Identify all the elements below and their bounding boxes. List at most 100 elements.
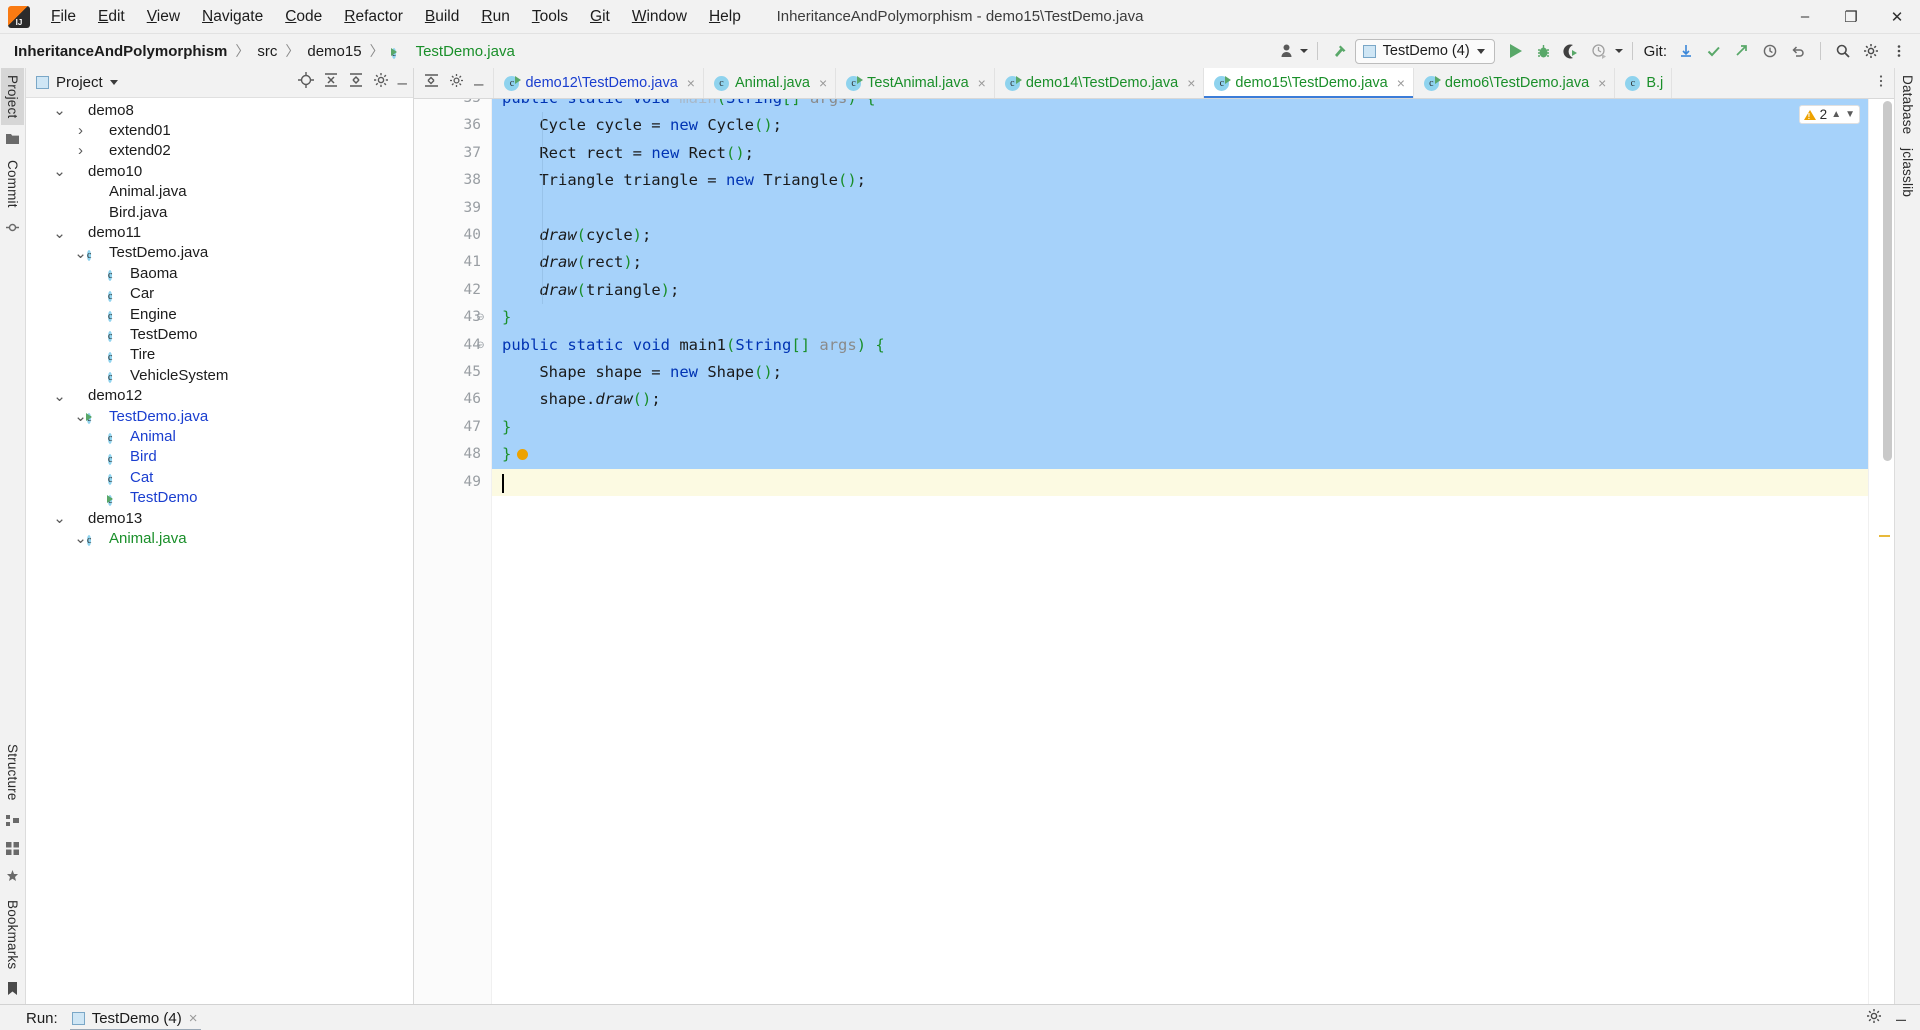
run-tab[interactable]: TestDemo (4) × <box>68 1005 204 1030</box>
settings-icon[interactable] <box>373 72 389 93</box>
chevron-up-icon[interactable]: ▲ <box>1831 109 1841 120</box>
minimize-icon[interactable]: – <box>1896 1010 1906 1028</box>
minimize-button[interactable]: – <box>1782 0 1828 34</box>
menu-item-edit[interactable]: Edit <box>87 4 136 30</box>
editor-tab-close-icon[interactable]: × <box>687 75 695 91</box>
code-text-area[interactable]: public static void main(String[] args) {… <box>492 99 1868 1004</box>
code-line[interactable]: } <box>492 441 1868 469</box>
sidebar-item-project[interactable]: Project <box>1 68 24 126</box>
menu-item-tools[interactable]: Tools <box>521 4 579 30</box>
editor-tab[interactable]: c demo15\TestDemo.java × <box>1204 68 1414 98</box>
code-line[interactable] <box>492 194 1868 222</box>
tree-node[interactable]: ⌄ demo12 <box>26 385 413 405</box>
tree-node[interactable]: c Tire <box>26 345 413 365</box>
code-line[interactable]: Shape shape = new Shape(); <box>492 359 1868 387</box>
close-button[interactable]: ✕ <box>1874 0 1920 34</box>
tree-node[interactable]: ⌄ demo13 <box>26 508 413 528</box>
chevron-down-icon[interactable]: ⌄ <box>53 101 66 119</box>
breadcrumb-item-1[interactable]: src <box>257 43 277 60</box>
code-editor[interactable]: 353637383940414243444546474849⊖⊖ public … <box>414 99 1894 1004</box>
editor-tab[interactable]: c TestAnimal.java × <box>836 68 995 98</box>
search-icon[interactable] <box>1830 38 1856 64</box>
menu-item-file[interactable]: File <box>40 4 87 30</box>
tree-node[interactable]: c Animal <box>26 426 413 446</box>
tree-node[interactable]: Animal.java <box>26 182 413 202</box>
account-chevron-down-icon[interactable] <box>1299 49 1308 53</box>
code-line[interactable]: Cycle cycle = new Cycle(); <box>492 112 1868 140</box>
gear-icon[interactable] <box>449 73 464 93</box>
editor-tab-close-icon[interactable]: × <box>1397 75 1405 91</box>
code-line[interactable]: public static void main(String[] args) { <box>492 99 1868 113</box>
project-tree[interactable]: ⌄ demo8 › extend01 › extend02 ⌄ demo10 Animal.ja… <box>26 98 413 1004</box>
folder-icon[interactable] <box>6 131 19 147</box>
run-configuration-selector[interactable]: TestDemo (4) <box>1354 38 1495 64</box>
grid-icon[interactable] <box>6 841 19 858</box>
run-button[interactable] <box>1503 38 1529 64</box>
hide-icon[interactable]: – <box>398 74 407 91</box>
menu-item-view[interactable]: View <box>136 4 191 30</box>
menu-item-window[interactable]: Window <box>621 4 698 30</box>
tree-node[interactable]: c Engine <box>26 304 413 324</box>
structure-icon[interactable] <box>6 814 19 830</box>
run-with-coverage-button[interactable] <box>1559 38 1585 64</box>
undo-icon[interactable] <box>1785 38 1811 64</box>
chevron-right-icon[interactable]: › <box>74 122 87 139</box>
commit-node-icon[interactable] <box>6 221 19 237</box>
profiler-icon[interactable] <box>1587 38 1613 64</box>
code-line[interactable]: } <box>492 304 1868 332</box>
bookmark-pin-icon[interactable] <box>6 869 19 887</box>
editor-marker[interactable] <box>1879 535 1890 537</box>
push-icon[interactable] <box>1729 38 1755 64</box>
editor-tab[interactable]: c Animal.java × <box>704 68 837 98</box>
tree-node[interactable]: ⌄ demo10 <box>26 161 413 181</box>
editor-tab[interactable]: c demo12\TestDemo.java × <box>494 68 704 98</box>
tree-node[interactable]: c TestDemo <box>26 487 413 507</box>
tree-node[interactable]: ⌄ c Animal.java <box>26 528 413 548</box>
line-number-gutter[interactable]: 353637383940414243444546474849⊖⊖ <box>414 99 492 1004</box>
commit-icon[interactable] <box>1701 38 1727 64</box>
editor-tab[interactable]: c B.j <box>1615 68 1673 98</box>
chevron-down-icon[interactable]: ⌄ <box>74 244 87 262</box>
editor-tab-close-icon[interactable]: × <box>1187 75 1195 91</box>
sidebar-item-jclasslib[interactable]: jclasslib <box>1896 141 1919 204</box>
breadcrumb-item-0[interactable]: InheritanceAndPolymorphism <box>14 43 227 60</box>
tree-node[interactable]: ⌄ demo8 <box>26 100 413 120</box>
bookmark-flag-icon[interactable] <box>7 982 18 998</box>
history-icon[interactable] <box>1757 38 1783 64</box>
editor-tab-close-icon[interactable]: × <box>819 75 827 91</box>
breadcrumb-item-3[interactable]: c TestDemo.java <box>391 43 515 60</box>
chevron-down-icon[interactable]: ▼ <box>1845 109 1855 120</box>
menu-item-git[interactable]: Git <box>579 4 621 30</box>
tree-node[interactable]: c Cat <box>26 467 413 487</box>
code-line[interactable]: shape.draw(); <box>492 386 1868 414</box>
update-project-icon[interactable] <box>1673 38 1699 64</box>
gear-icon[interactable] <box>1866 1008 1882 1029</box>
chevron-right-icon[interactable]: › <box>74 142 87 159</box>
code-fold-icon[interactable]: ⊖ <box>475 340 486 351</box>
code-line[interactable]: draw(cycle); <box>492 222 1868 250</box>
tree-node[interactable]: c VehicleSystem <box>26 365 413 385</box>
gear-icon[interactable] <box>1858 38 1884 64</box>
expand-icon[interactable] <box>424 73 439 93</box>
sidebar-item-database[interactable]: Database <box>1896 68 1919 141</box>
tree-node[interactable]: › extend01 <box>26 120 413 140</box>
locate-icon[interactable] <box>297 72 314 93</box>
editor-scrollbar-thumb[interactable] <box>1883 101 1892 461</box>
sidebar-item-bookmarks[interactable]: Bookmarks <box>1 893 24 976</box>
tree-node[interactable]: c TestDemo <box>26 324 413 344</box>
code-line[interactable]: } <box>492 413 1868 442</box>
chevron-down-icon[interactable]: ⌄ <box>74 407 87 425</box>
tree-node[interactable]: c Bird <box>26 447 413 467</box>
sidebar-item-commit[interactable]: Commit <box>1 153 24 215</box>
tree-node[interactable]: c Car <box>26 284 413 304</box>
menu-item-run[interactable]: Run <box>470 4 520 30</box>
code-fold-icon[interactable]: ⊖ <box>475 312 486 323</box>
account-icon[interactable] <box>1275 38 1301 64</box>
editor-tab[interactable]: c demo14\TestDemo.java × <box>995 68 1205 98</box>
run-tab-close-icon[interactable]: × <box>189 1010 198 1027</box>
tree-node[interactable]: ⌄ c TestDemo.java <box>26 243 413 263</box>
hammer-icon[interactable] <box>1327 38 1353 64</box>
code-line[interactable]: draw(rect); <box>492 249 1868 277</box>
debug-button[interactable] <box>1531 38 1557 64</box>
hide-icon[interactable]: – <box>474 75 483 92</box>
